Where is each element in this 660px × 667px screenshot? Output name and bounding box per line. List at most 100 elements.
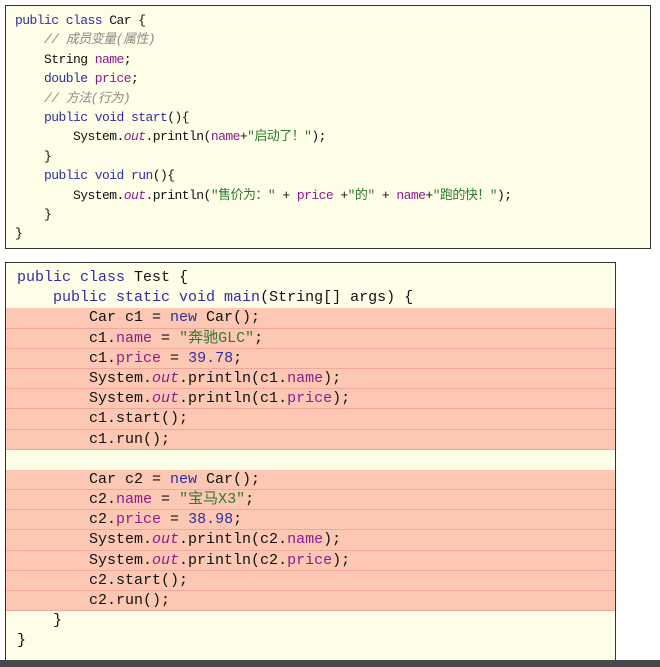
code-token: name [287, 531, 324, 549]
code-token: Car c2 = [17, 470, 171, 488]
code-token: .println(c2. [179, 551, 288, 569]
code-token: Car(); [206, 309, 261, 327]
highlighted-code-line: c2.price = 38.98; [6, 510, 615, 531]
highlighted-code-line: System.out.println(c2.price); [6, 550, 615, 571]
code-line: // 方法(行为) [6, 89, 650, 108]
code-line: public class Car { [6, 11, 650, 30]
test-class-code-block: public class Test { public static void m… [5, 262, 616, 661]
highlighted-code-line: c2.start(); [6, 570, 615, 591]
code-token: out [152, 369, 180, 387]
code-token: out [152, 551, 180, 569]
code-token: c1.run(); [17, 430, 171, 448]
code-token: ; [233, 511, 243, 529]
code-token: ); [323, 369, 342, 387]
code-line: } [6, 205, 650, 224]
code-token: = [161, 511, 189, 529]
code-line: public void run(){ [6, 166, 650, 185]
code-token: c1. [17, 329, 117, 347]
code-token: public class [17, 269, 135, 286]
code-token: price [94, 71, 132, 87]
code-token: "启动了！" [247, 129, 312, 145]
code-token: + [239, 129, 248, 145]
code-line: } [6, 611, 615, 631]
code-token: c1. [17, 349, 117, 367]
code-token: (String[] args) { [260, 289, 414, 307]
code-token: System. [17, 531, 153, 549]
code-token: out [123, 129, 146, 145]
code-token: System. [17, 369, 153, 387]
code-line: public static void main(String[] args) { [6, 288, 615, 308]
code-token: } [15, 226, 23, 242]
code-token: = [152, 491, 180, 509]
code-token: "的" [347, 187, 376, 203]
highlighted-code-line: c1.price = 39.78; [6, 348, 615, 369]
code-token: System. [17, 390, 153, 408]
highlighted-code-line: Car c1 = new Car(); [6, 308, 615, 329]
code-token: 38.98 [188, 511, 234, 529]
code-token: new [170, 309, 207, 327]
bottom-bar [0, 660, 660, 667]
code-token: ; [123, 51, 132, 67]
code-token: ); [496, 187, 512, 203]
code-token: price [287, 551, 333, 569]
code-token: 39.78 [188, 349, 234, 367]
code-line: } [6, 631, 615, 651]
code-token: price [287, 390, 333, 408]
code-token: name [116, 329, 153, 347]
code-token: (){ [152, 168, 175, 184]
code-token: c1.start(); [17, 410, 189, 428]
code-line: System.out.println("售价为：" + price +"的" +… [6, 186, 650, 205]
code-token: + [374, 187, 397, 203]
code-token: c2.run(); [17, 592, 171, 609]
code-token: c2. [17, 511, 117, 529]
code-token: "跑的快！" [432, 187, 498, 203]
code-token: price [296, 187, 334, 203]
code-token: public static void [53, 289, 225, 307]
code-token: } [17, 612, 63, 630]
code-token: c2.start(); [17, 571, 189, 589]
code-token: .println( [145, 129, 212, 145]
code-line: System.out.println(name+"启动了！"); [6, 127, 650, 146]
code-token: public void start [44, 109, 168, 125]
code-token: // 方法(行为) [44, 90, 131, 106]
code-token: (){ [167, 109, 190, 125]
code-token: System. [15, 187, 124, 203]
code-token: .println(c1. [179, 390, 288, 408]
code-token: String [15, 51, 95, 67]
code-token: + [333, 187, 348, 203]
code-token: .println( [145, 187, 212, 203]
code-token: out [152, 390, 180, 408]
code-token: } [15, 148, 52, 164]
highlighted-code-line: c2.run(); [6, 591, 615, 612]
code-token: "宝马X3" [179, 491, 246, 509]
code-token: ); [311, 129, 326, 145]
code-token: price [116, 349, 162, 367]
code-line: } [6, 224, 650, 243]
code-token: ; [131, 71, 139, 87]
code-token: Car { [109, 13, 146, 28]
code-token: main [224, 289, 261, 307]
code-token: name [287, 369, 324, 387]
highlighted-code-line: c1.name = "奔驰GLC"; [6, 328, 615, 349]
code-token: Car c1 = [17, 309, 171, 327]
code-listing: public class Car { // 成员变量(属性) String na… [6, 11, 650, 244]
highlighted-code-line: c2.name = "宝马X3"; [6, 490, 615, 511]
code-token: = [161, 349, 189, 367]
code-token: double [44, 71, 95, 87]
car-class-code-block: public class Car { // 成员变量(属性) String na… [5, 5, 651, 249]
code-token: + [275, 187, 297, 203]
code-token: } [17, 632, 27, 650]
code-token: "奔驰GLC" [179, 329, 255, 347]
code-line: public void start(){ [6, 108, 650, 127]
code-token: System. [17, 551, 153, 569]
code-token: Car(); [206, 470, 261, 488]
code-token: c2. [17, 491, 117, 509]
highlighted-code-line: c1.start(); [6, 409, 615, 430]
code-token: + [425, 187, 433, 203]
code-token: .println(c2. [179, 531, 288, 549]
code-token: .println(c1. [179, 369, 288, 387]
code-line: // 成员变量(属性) [6, 30, 650, 49]
